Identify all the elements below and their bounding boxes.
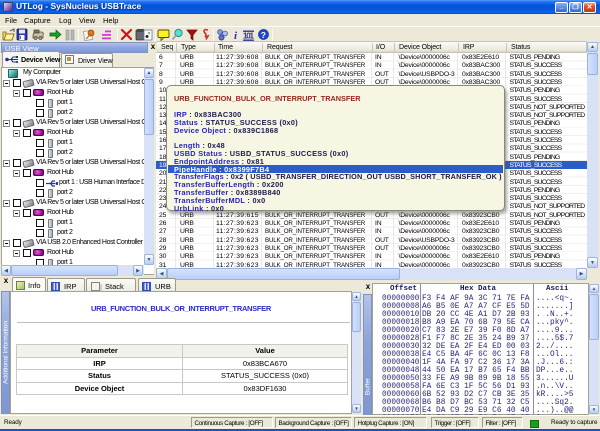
svg-text:?: ? — [261, 30, 266, 40]
svg-text:101: 101 — [243, 32, 255, 41]
